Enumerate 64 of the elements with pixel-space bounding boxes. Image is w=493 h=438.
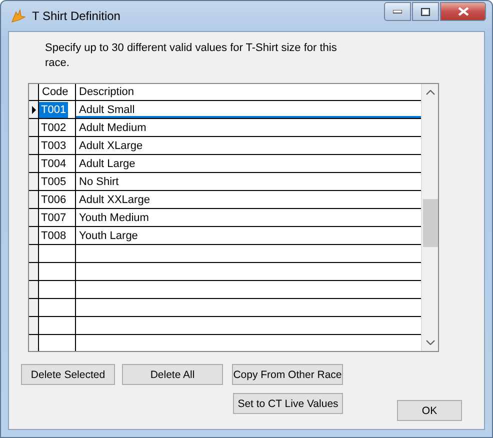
- table-cell[interactable]: T002: [39, 122, 68, 134]
- table-cell[interactable]: Adult Medium: [76, 122, 150, 134]
- close-button[interactable]: [440, 2, 486, 21]
- table-cell[interactable]: T006: [39, 194, 68, 206]
- maximize-icon: [421, 8, 430, 16]
- close-icon: [458, 7, 468, 16]
- table-row[interactable]: T003 Adult XLarge: [29, 137, 421, 155]
- table-cell[interactable]: T007: [39, 212, 68, 224]
- set-to-ct-live-values-button[interactable]: Set to CT Live Values: [233, 393, 343, 414]
- vertical-scrollbar[interactable]: [421, 84, 438, 351]
- table-cell[interactable]: Adult Small: [76, 104, 138, 116]
- empty-row[interactable]: [29, 281, 421, 299]
- copy-from-other-race-button[interactable]: Copy From Other Race: [232, 364, 343, 385]
- column-header[interactable]: Description: [76, 86, 138, 98]
- table-cell[interactable]: T005: [39, 176, 68, 188]
- table-cell[interactable]: No Shirt: [76, 176, 122, 188]
- row-header[interactable]: [29, 263, 39, 280]
- table-cell[interactable]: T003: [39, 140, 68, 152]
- row-header[interactable]: [29, 245, 39, 262]
- delete-all-button[interactable]: Delete All: [122, 364, 223, 385]
- row-header[interactable]: [29, 173, 39, 190]
- ok-button[interactable]: OK: [397, 400, 462, 421]
- scroll-down-icon[interactable]: [426, 340, 434, 345]
- row-header[interactable]: [29, 119, 39, 136]
- row-header[interactable]: [29, 317, 39, 334]
- row-header[interactable]: [29, 191, 39, 208]
- table-row[interactable]: T004 Adult Large: [29, 155, 421, 173]
- row-header[interactable]: [29, 84, 39, 100]
- window-title: T Shirt Definition: [32, 9, 122, 23]
- row-header[interactable]: [29, 227, 39, 244]
- row-header[interactable]: [29, 155, 39, 172]
- table-cell[interactable]: Youth Large: [76, 230, 141, 242]
- row-header[interactable]: [29, 101, 39, 118]
- row-header[interactable]: [29, 299, 39, 316]
- table-row[interactable]: T006 Adult XXLarge: [29, 191, 421, 209]
- table-cell[interactable]: T004: [39, 158, 68, 170]
- table-row[interactable]: T002 Adult Medium: [29, 119, 421, 137]
- table-row[interactable]: T005 No Shirt: [29, 173, 421, 191]
- row-header[interactable]: [29, 209, 39, 226]
- delete-selected-button[interactable]: Delete Selected: [21, 364, 115, 385]
- instructions-text: Specify up to 30 different valid values for T-Shirt size for this race.: [45, 41, 338, 71]
- row-header[interactable]: [29, 281, 39, 298]
- minimize-button[interactable]: [384, 2, 411, 21]
- table-row[interactable]: T008 Youth Large: [29, 227, 421, 245]
- empty-row[interactable]: [29, 263, 421, 281]
- maximize-button[interactable]: [412, 2, 439, 21]
- scrollbar-thumb[interactable]: [422, 199, 438, 247]
- table-cell[interactable]: Adult Large: [76, 158, 138, 170]
- table-cell[interactable]: Youth Medium: [76, 212, 152, 224]
- table-cell[interactable]: T001: [39, 102, 68, 118]
- minimize-icon: [393, 10, 402, 14]
- row-header[interactable]: [29, 137, 39, 154]
- table-row[interactable]: T007 Youth Medium: [29, 209, 421, 227]
- table-cell[interactable]: T008: [39, 230, 68, 242]
- table-cell[interactable]: Adult XXLarge: [76, 194, 153, 206]
- row-header[interactable]: [29, 335, 39, 351]
- column-header[interactable]: Code: [39, 86, 72, 98]
- table-row[interactable]: T001 Adult Small: [29, 101, 421, 119]
- empty-row[interactable]: [29, 299, 421, 317]
- empty-row[interactable]: [29, 317, 421, 335]
- table-cell[interactable]: Adult XLarge: [76, 140, 146, 152]
- empty-row[interactable]: [29, 245, 421, 263]
- fox-icon: [10, 8, 26, 24]
- scroll-up-icon[interactable]: [426, 90, 434, 95]
